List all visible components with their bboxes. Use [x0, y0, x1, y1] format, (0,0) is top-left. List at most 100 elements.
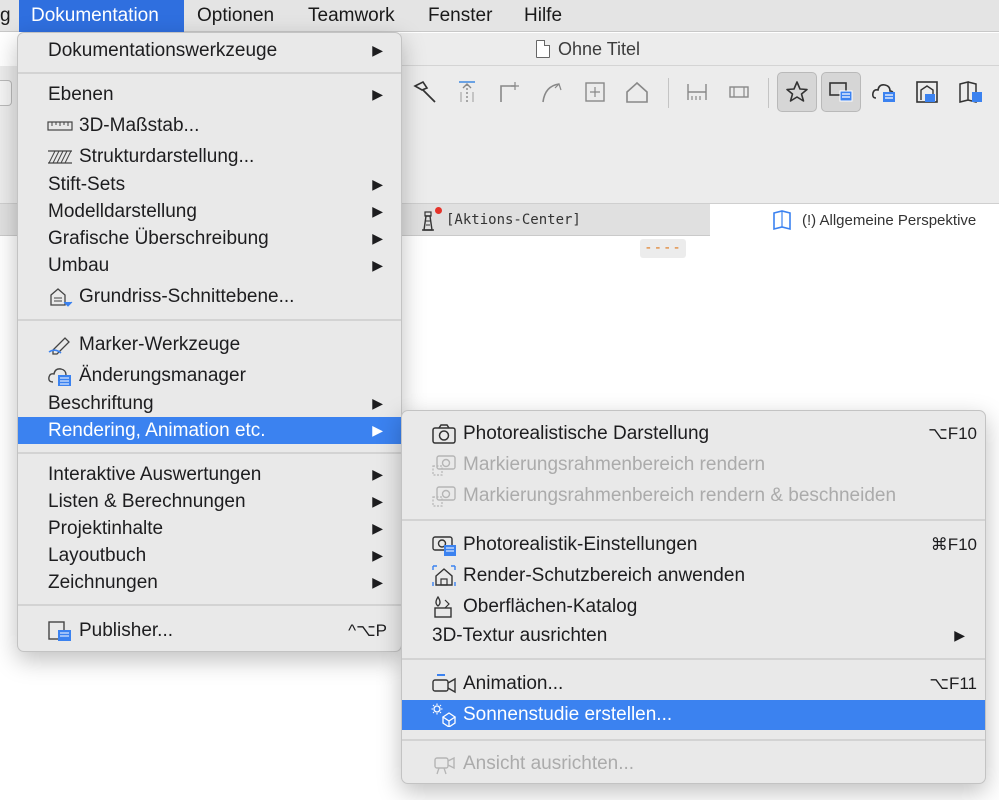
toolbar-resize-button[interactable]: [575, 72, 615, 112]
menu-item-markierungsrahmen-rendern[interactable]: Markierungsrahmenbereich rendern: [402, 451, 985, 478]
cloud-icon: [872, 84, 895, 102]
menu-separator: [18, 72, 401, 74]
chevron-right-icon: ▶: [372, 42, 383, 58]
sun-study-icon: [430, 703, 458, 727]
menu-item-layoutbuch[interactable]: Layoutbuch ▶: [18, 542, 401, 569]
camera-icon: [430, 422, 458, 446]
wand-icon: [413, 80, 436, 103]
change-manager-icon: [46, 364, 74, 388]
menu-item-photorealistik-einstellungen[interactable]: Photorealistik-Einstellungen ⌘F10: [402, 531, 985, 558]
chevron-right-icon: ▶: [954, 627, 965, 643]
menu-item-listen-berechnungen[interactable]: Listen & Berechnungen ▶: [18, 488, 401, 515]
shortcut-label: ⌘F10: [930, 534, 977, 554]
menubar-item-fenster[interactable]: Fenster: [416, 0, 504, 32]
menu-item-publisher[interactable]: Publisher... ^⌥P: [18, 617, 401, 644]
toolbar-dimension-button[interactable]: [677, 72, 717, 112]
toolbar-book-button[interactable]: [950, 72, 990, 112]
toolbar-house-button[interactable]: [617, 72, 657, 112]
elevation-icon: [459, 81, 475, 102]
toolbar-favorites-button[interactable]: [777, 72, 817, 112]
menu-separator: [18, 319, 401, 321]
camera-crop-icon: [430, 484, 458, 508]
chevron-right-icon: ▶: [372, 257, 383, 273]
marker-icon: [46, 333, 74, 357]
hatch-icon: [46, 145, 74, 169]
book-icon: [959, 81, 982, 103]
chevron-right-icon: ▶: [372, 176, 383, 192]
star-icon: [786, 81, 808, 102]
menu-item-interaktive-auswertungen[interactable]: Interaktive Auswertungen ▶: [18, 461, 401, 488]
menu-item-oberflaechen-katalog[interactable]: Oberflächen-Katalog: [402, 593, 985, 620]
menu-separator: [402, 658, 985, 660]
toolbar-corner-button[interactable]: [489, 72, 529, 112]
menu-item-photorealistische-darstellung[interactable]: Photorealistische Darstellung ⌥F10: [402, 420, 985, 447]
menu-item-3d-massstab[interactable]: 3D-Maßstab...: [18, 112, 401, 139]
dimension-icon: [687, 84, 707, 100]
menu-item-markierungsrahmen-beschneiden[interactable]: Markierungsrahmenbereich rendern & besch…: [402, 482, 985, 509]
menu-item-animation[interactable]: Animation... ⌥F11: [402, 670, 985, 697]
chevron-right-icon: ▶: [372, 203, 383, 219]
chevron-right-icon: ▶: [372, 547, 383, 563]
surface-catalog-icon: [430, 595, 458, 619]
menu-separator: [402, 739, 985, 741]
arc-icon: [542, 82, 562, 103]
menu-item-stift-sets[interactable]: Stift-Sets ▶: [18, 171, 401, 198]
menu-item-sonnenstudie-erstellen[interactable]: Sonnenstudie erstellen...: [402, 700, 985, 730]
menubar-item-teamwork[interactable]: Teamwork: [296, 0, 407, 32]
drawing-icon: [916, 81, 938, 103]
window-title: Ohne Titel: [536, 37, 640, 61]
tab-aktions-center[interactable]: [Aktions-Center]: [410, 204, 710, 236]
tab-allgemeine-perspektive[interactable]: (!) Allgemeine Perspektive: [710, 204, 999, 236]
toolbar-drawing-button[interactable]: [907, 72, 947, 112]
floorplan-cut-icon: [46, 285, 74, 309]
menu-item-render-schutzbereich[interactable]: Render-Schutzbereich anwenden: [402, 562, 985, 589]
toolbar-arc-button[interactable]: [531, 72, 571, 112]
menubar-item-dokumentation[interactable]: Dokumentation: [19, 0, 184, 32]
menu-item-projektinhalte[interactable]: Projektinhalte ▶: [18, 515, 401, 542]
rendering-submenu: Photorealistische Darstellung ⌥F10 Marki…: [401, 410, 986, 784]
menu-item-3d-textur-ausrichten[interactable]: 3D-Textur ausrichten ▶: [402, 622, 985, 649]
shortcut-label: ^⌥P: [348, 620, 387, 640]
corner-icon: [500, 82, 519, 102]
menu-item-modelldarstellung[interactable]: Modelldarstellung ▶: [18, 198, 401, 225]
chevron-right-icon: ▶: [372, 230, 383, 246]
toolbar-layout-button[interactable]: [821, 72, 861, 112]
menu-separator: [402, 519, 985, 521]
window-title-text: Ohne Titel: [558, 39, 641, 59]
chevron-right-icon: ▶: [372, 395, 383, 411]
menu-item-zeichnungen[interactable]: Zeichnungen ▶: [18, 569, 401, 596]
menubar-item-hilfe[interactable]: Hilfe: [512, 0, 574, 32]
menu-item-rendering-animation[interactable]: Rendering, Animation etc. ▶: [18, 417, 401, 444]
shortcut-label: ⌥F11: [929, 673, 977, 693]
chevron-right-icon: ▶: [372, 466, 383, 482]
menubar-item-optionen[interactable]: Optionen: [185, 0, 286, 32]
toolbar-elevation-button[interactable]: [447, 72, 487, 112]
menu-bar: g Dokumentation Optionen Teamwork Fenste…: [0, 0, 999, 32]
dokumentation-menu: Dokumentationswerkzeuge ▶ Ebenen ▶ 3D-Ma…: [17, 32, 402, 652]
toolbar-cloud-button[interactable]: [864, 72, 904, 112]
menu-item-strukturdarstellung[interactable]: Strukturdarstellung...: [18, 143, 401, 170]
window-opening-icon: [729, 86, 749, 98]
menu-item-beschriftung[interactable]: Beschriftung ▶: [18, 390, 401, 417]
monitor-list-icon: [829, 82, 853, 102]
toolbar-window-button[interactable]: [719, 72, 759, 112]
menu-item-grafische-ueberschreibung[interactable]: Grafische Überschreibung ▶: [18, 225, 401, 252]
menu-item-marker-werkzeuge[interactable]: Marker-Werkzeuge: [18, 331, 401, 358]
toolbar-edge-button[interactable]: [0, 80, 12, 106]
resize-icon: [585, 82, 605, 102]
chevron-right-icon: ▶: [372, 86, 383, 102]
menu-item-dokumentationswerkzeuge[interactable]: Dokumentationswerkzeuge ▶: [18, 37, 401, 64]
menu-item-umbau[interactable]: Umbau ▶: [18, 252, 401, 279]
dash-marker: ----: [640, 239, 686, 258]
toolbar-separator: [768, 78, 769, 108]
tab-label: [Aktions-Center]: [446, 212, 581, 228]
video-camera-icon: [430, 672, 458, 696]
toolbar-magic-wand-button[interactable]: [405, 72, 445, 112]
menu-item-ansicht-ausrichten[interactable]: Ansicht ausrichten...: [402, 750, 985, 777]
menu-item-grundriss-schnittebene[interactable]: Grundriss-Schnittebene...: [18, 283, 401, 310]
house-icon: [626, 81, 648, 103]
menu-item-aenderungsmanager[interactable]: Änderungsmanager: [18, 362, 401, 389]
menu-item-ebenen[interactable]: Ebenen ▶: [18, 81, 401, 108]
toolbar-separator: [668, 78, 669, 108]
align-view-icon: [430, 752, 458, 776]
